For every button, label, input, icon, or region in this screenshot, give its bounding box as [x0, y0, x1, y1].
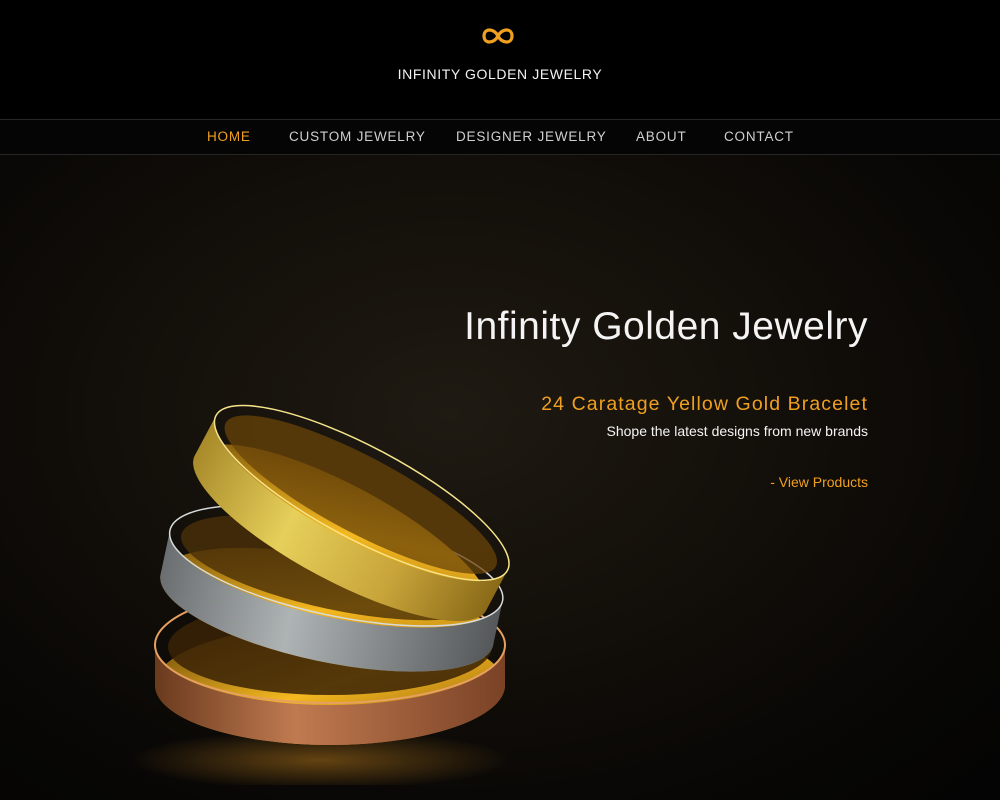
hero-subtitle: 24 Caratage Yellow Gold Bracelet [541, 393, 868, 415]
nav-item-custom-jewelry[interactable]: CUSTOM JEWELRY [289, 129, 426, 144]
hero-banner: Infinity Golden Jewelry 24 Caratage Yell… [0, 155, 1000, 800]
nav-item-contact[interactable]: CONTACT [724, 129, 794, 144]
hero-title: Infinity Golden Jewelry [464, 305, 868, 348]
hero-description: Shope the latest designs from new brands [606, 423, 869, 439]
view-products-link[interactable]: - View Products [770, 474, 868, 490]
infinity-icon[interactable] [478, 24, 518, 48]
gold-bracelets-image [130, 404, 510, 785]
nav-item-about[interactable]: ABOUT [636, 129, 687, 144]
nav-item-designer-jewelry[interactable]: DESIGNER JEWELRY [456, 129, 607, 144]
brand-name[interactable]: INFINITY GOLDEN JEWELRY [0, 66, 1000, 82]
site-header: INFINITY GOLDEN JEWELRY [0, 0, 1000, 119]
nav-item-home[interactable]: HOME [207, 129, 251, 144]
main-nav: HOME CUSTOM JEWELRY DESIGNER JEWELRY ABO… [0, 119, 1000, 155]
